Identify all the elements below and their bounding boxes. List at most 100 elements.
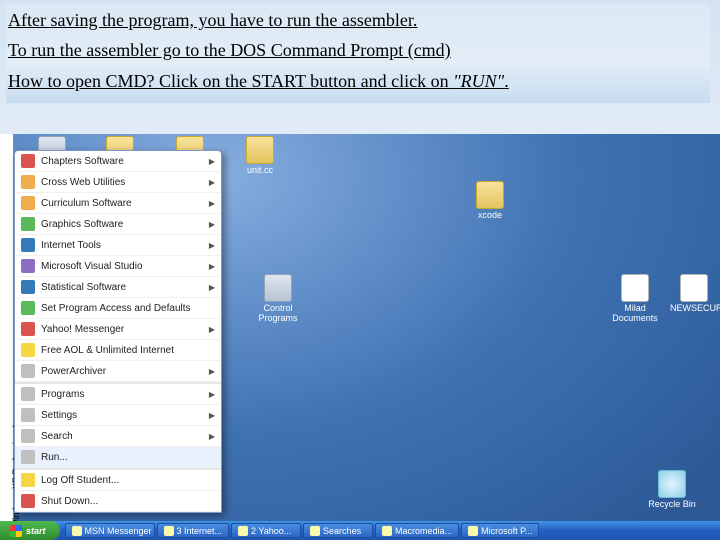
desktop-icon-label: Milad Documents	[605, 303, 665, 323]
instruction-line-3: How to open CMD? Click on the START butt…	[8, 69, 708, 93]
submenu-arrow-icon: ▶	[209, 411, 215, 420]
taskbar-item-label: 2 Yahoo...	[251, 526, 291, 536]
submenu-arrow-icon: ▶	[209, 178, 215, 187]
taskbar-item[interactable]: MSN Messenger	[65, 523, 155, 538]
desktop-icon-control-panel[interactable]: Control Programs	[248, 274, 308, 323]
submenu-arrow-icon: ▶	[209, 241, 215, 250]
start-button[interactable]: start	[0, 521, 60, 540]
taskbar-item-icon	[382, 526, 392, 536]
submenu-arrow-icon: ▶	[209, 283, 215, 292]
start-menu-item[interactable]: Chapters Software▶	[15, 151, 221, 172]
submenu-arrow-icon: ▶	[209, 262, 215, 271]
start-menu-item[interactable]: Search ▶	[15, 426, 221, 447]
menu-item-label: Internet Tools	[41, 240, 205, 251]
start-menu-item[interactable]: Cross Web Utilities ▶	[15, 172, 221, 193]
instruction-line-3a: How to open CMD? Click on the START butt…	[8, 71, 453, 91]
menu-item-icon	[21, 154, 35, 168]
menu-item-icon	[21, 322, 35, 336]
instruction-line-3b: "RUN"	[453, 71, 504, 91]
menu-item-label: PowerArchiver	[41, 366, 205, 377]
control-panel-icon	[264, 274, 292, 302]
taskbar-item-label: Macromedia...	[395, 526, 452, 536]
recycle-bin-icon	[658, 470, 686, 498]
menu-item-icon	[21, 175, 35, 189]
menu-item-icon	[21, 364, 35, 378]
start-menu-item[interactable]: Log Off Student...	[15, 470, 221, 491]
menu-item-icon	[21, 473, 35, 487]
menu-item-icon	[21, 217, 35, 231]
start-menu-item[interactable]: Programs▶	[15, 384, 221, 405]
menu-item-label: Log Off Student...	[41, 475, 215, 486]
start-menu-item[interactable]: Settings ▶	[15, 405, 221, 426]
menu-item-label: Yahoo! Messenger	[41, 324, 205, 335]
start-menu-item[interactable]: Graphics Software ▶	[15, 214, 221, 235]
menu-item-label: Microsoft Visual Studio	[41, 261, 205, 272]
menu-item-icon	[21, 301, 35, 315]
submenu-arrow-icon: ▶	[209, 432, 215, 441]
menu-item-icon	[21, 196, 35, 210]
menu-item-label: Statistical Software	[41, 282, 205, 293]
desktop-icon-doc[interactable]: Milad Documents	[605, 274, 665, 323]
desktop-icon-label: xcode	[460, 210, 520, 220]
menu-item-label: Chapters Software	[41, 156, 205, 167]
menu-item-icon	[21, 280, 35, 294]
submenu-arrow-icon: ▶	[209, 367, 215, 376]
start-menu-item[interactable]: Statistical Software ▶	[15, 277, 221, 298]
menu-item-label: Graphics Software	[41, 219, 205, 230]
taskbar-item-icon	[468, 526, 478, 536]
document-icon	[680, 274, 708, 302]
xp-branding-bar: Windows XP Professional	[0, 134, 14, 521]
menu-item-icon	[21, 408, 35, 422]
submenu-arrow-icon: ▶	[209, 325, 215, 334]
taskbar-item[interactable]: 2 Yahoo...	[231, 523, 301, 538]
desktop-icon-label: NEWSECURE	[670, 303, 718, 313]
desktop-icon-folder[interactable]: xcode	[460, 181, 520, 220]
desktop-icon-label: Control Programs	[248, 303, 308, 323]
start-menu-item[interactable]: Set Program Access and Defaults	[15, 298, 221, 319]
start-menu-item[interactable]: PowerArchiver ▶	[15, 361, 221, 382]
menu-item-label: Free AOL & Unlimited Internet	[41, 345, 215, 356]
taskbar-item[interactable]: Microsoft P...	[461, 523, 539, 538]
submenu-arrow-icon: ▶	[209, 199, 215, 208]
taskbar-item-label: Microsoft P...	[481, 526, 532, 536]
taskbar-item-label: 3 Internet...	[177, 526, 223, 536]
taskbar-item[interactable]: 3 Internet...	[157, 523, 230, 538]
taskbar-item-icon	[310, 526, 320, 536]
folder-icon	[476, 181, 504, 209]
start-button-label: start	[26, 526, 46, 536]
start-menu-item[interactable]: Curriculum Software▶	[15, 193, 221, 214]
desktop-icon-label: unit.cc	[230, 165, 290, 175]
menu-item-label: Settings	[41, 410, 205, 421]
menu-item-icon	[21, 259, 35, 273]
taskbar: start MSN Messenger 3 Internet... 2 Yahoo.…	[0, 521, 720, 540]
menu-item-icon	[21, 429, 35, 443]
taskbar-item-icon	[164, 526, 174, 536]
desktop-icon-folder[interactable]: unit.cc	[230, 136, 290, 175]
taskbar-item[interactable]: Macromedia...	[375, 523, 459, 538]
folder-icon	[246, 136, 274, 164]
menu-item-label: Cross Web Utilities	[41, 177, 205, 188]
start-menu-item[interactable]: Free AOL & Unlimited Internet	[15, 340, 221, 361]
menu-item-label: Run...	[41, 452, 215, 463]
taskbar-item-label: MSN Messenger	[85, 526, 152, 536]
instruction-line-2: To run the assembler go to the DOS Comma…	[8, 38, 708, 62]
windows-logo-icon	[10, 525, 22, 537]
start-menu-item[interactable]: Run...	[15, 447, 221, 468]
menu-item-label: Search	[41, 431, 205, 442]
taskbar-item[interactable]: Searches	[303, 523, 373, 538]
menu-item-label: Programs	[41, 389, 205, 400]
desktop-icon-doc[interactable]: NEWSECURE	[670, 274, 718, 313]
desktop-icon-recycle-bin[interactable]: Recycle Bin	[642, 470, 702, 509]
screenshot-area: Windows XP Professional My Computer 1400…	[0, 134, 720, 540]
menu-item-icon	[21, 387, 35, 401]
start-menu-item[interactable]: Shut Down...	[15, 491, 221, 512]
start-menu-item[interactable]: Microsoft Visual Studio ▶	[15, 256, 221, 277]
submenu-arrow-icon: ▶	[209, 220, 215, 229]
menu-item-icon	[21, 494, 35, 508]
start-menu: Chapters Software▶Cross Web Utilities▶Cu…	[14, 150, 222, 513]
start-menu-item[interactable]: Yahoo! Messenger ▶	[15, 319, 221, 340]
menu-item-label: Shut Down...	[41, 496, 215, 507]
start-menu-item[interactable]: Internet Tools ▶	[15, 235, 221, 256]
menu-item-icon	[21, 238, 35, 252]
menu-item-icon	[21, 450, 35, 464]
